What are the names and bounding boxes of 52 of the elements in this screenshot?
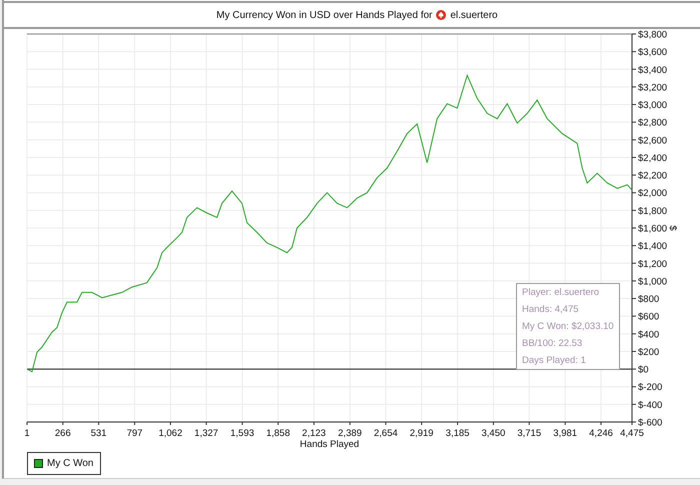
chart-title: My Currency Won in USD over Hands Played for bbox=[216, 10, 432, 20]
y-tick-label: $2,000 bbox=[638, 188, 668, 200]
x-tick-label: 2,654 bbox=[374, 428, 398, 439]
x-tick-label: 797 bbox=[126, 428, 143, 439]
y-tick-label: $1,600 bbox=[638, 224, 668, 234]
x-tick-label: 1 bbox=[24, 428, 30, 439]
y-axis-title: $ bbox=[667, 225, 678, 231]
x-tick-label: 3,185 bbox=[446, 428, 470, 439]
spade-icon bbox=[436, 10, 446, 20]
info-line: My C Won: $2,033.10 bbox=[522, 321, 614, 332]
x-tick-label: 1,327 bbox=[194, 428, 218, 439]
y-tick-label: $-200 bbox=[638, 382, 662, 394]
y-tick-label: $2,800 bbox=[638, 118, 668, 129]
x-tick-label: 2,919 bbox=[410, 428, 434, 439]
x-tick-label: 1,858 bbox=[266, 428, 290, 439]
x-tick-label: 3,981 bbox=[553, 428, 578, 439]
info-line: Days Played: 1 bbox=[522, 355, 587, 366]
y-tick-label: $2,200 bbox=[638, 170, 668, 182]
y-tick-label: $600 bbox=[638, 312, 660, 323]
y-tick-label: $1,000 bbox=[638, 276, 668, 288]
x-tick-label: 1,062 bbox=[158, 428, 182, 439]
info-line: Player: el.suertero bbox=[522, 287, 600, 298]
y-tick-label: $0 bbox=[638, 364, 649, 376]
y-tick-label: $3,600 bbox=[638, 47, 668, 58]
y-tick-label: $3,000 bbox=[638, 100, 668, 112]
x-tick-label: 2,389 bbox=[338, 428, 362, 439]
y-tick-label: $1,800 bbox=[638, 206, 668, 217]
y-tick-label: $-600 bbox=[638, 418, 662, 428]
y-tick-label: $-400 bbox=[638, 400, 662, 411]
info-line: BB/100: 22.53 bbox=[522, 338, 584, 349]
y-tick-label: $3,200 bbox=[638, 82, 668, 94]
x-axis-title: Hands Played bbox=[300, 439, 360, 450]
info-line: Hands: 4,475 bbox=[522, 304, 580, 315]
y-tick-label: $2,600 bbox=[638, 135, 668, 146]
y-tick-label: $2,400 bbox=[638, 152, 668, 164]
y-tick-label: $400 bbox=[638, 329, 660, 340]
player-name: el.suertero bbox=[450, 10, 498, 20]
y-tick-label: $800 bbox=[638, 294, 660, 306]
x-tick-label: 531 bbox=[90, 428, 107, 439]
y-tick-label: $3,800 bbox=[638, 30, 668, 40]
legend-label: My C Won bbox=[47, 458, 94, 469]
y-tick-label: $1,400 bbox=[638, 241, 668, 252]
x-tick-label: 4,475 bbox=[620, 428, 644, 439]
x-tick-label: 266 bbox=[54, 428, 71, 439]
x-tick-label: 4,246 bbox=[589, 428, 613, 439]
y-tick-label: $3,400 bbox=[638, 64, 668, 76]
y-tick-label: $200 bbox=[638, 346, 660, 358]
x-tick-label: 3,715 bbox=[517, 428, 542, 439]
x-tick-label: 3,450 bbox=[482, 428, 506, 439]
x-tick-label: 2,123 bbox=[302, 428, 326, 439]
y-tick-label: $1,200 bbox=[638, 258, 668, 270]
x-tick-label: 1,593 bbox=[230, 428, 254, 439]
